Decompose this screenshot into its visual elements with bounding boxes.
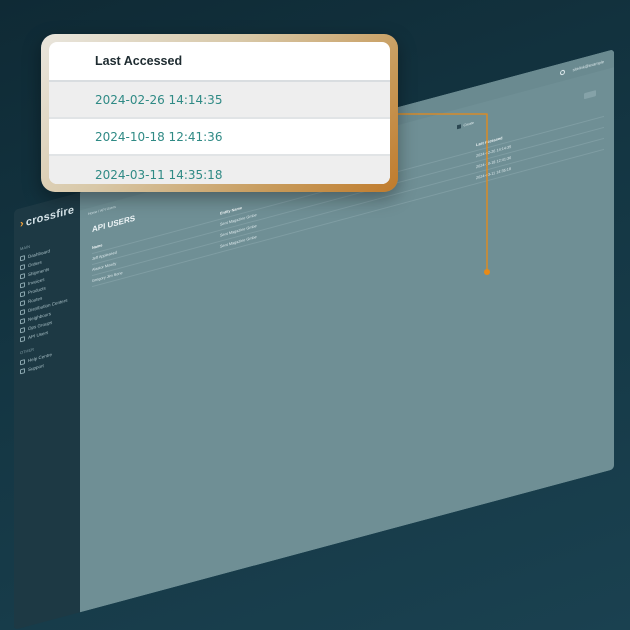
groups-icon [20, 327, 25, 334]
user-menu[interactable]: sitelink@example [573, 58, 604, 71]
page-title: API USERS [92, 213, 136, 235]
api-users-icon [20, 336, 25, 343]
zoom-callout-table: Last Accessed 2024-02-26 14:14:35 2024-1… [49, 42, 390, 184]
filter-button[interactable] [584, 90, 596, 100]
orders-icon [20, 264, 25, 271]
dashboard-icon [20, 255, 25, 262]
logo: › crossfire [20, 203, 75, 231]
create-button[interactable]: Create [457, 121, 474, 130]
callout-column-header: Last Accessed [49, 42, 390, 82]
invoices-icon [20, 282, 25, 289]
help-icon [20, 359, 25, 366]
products-icon [20, 291, 25, 298]
support-icon [20, 368, 25, 375]
routes-icon [20, 300, 25, 307]
warehouse-icon [20, 309, 25, 316]
neighbours-icon [20, 318, 25, 325]
sidebar: › crossfire Main Dashboard Orders Shipme… [14, 192, 80, 630]
zoom-callout: Last Accessed 2024-02-26 14:14:35 2024-1… [41, 34, 398, 192]
logo-chevron-icon: › [20, 217, 24, 231]
callout-row-last-accessed[interactable]: 2024-10-18 12:41:36 [49, 119, 390, 156]
search-icon[interactable] [559, 68, 565, 76]
plus-icon [457, 124, 462, 130]
shipments-icon [20, 273, 25, 280]
callout-row-last-accessed[interactable]: 2024-02-26 14:14:35 [49, 82, 390, 119]
callout-row-last-accessed[interactable]: 2024-03-11 14:35:18 [49, 156, 390, 184]
